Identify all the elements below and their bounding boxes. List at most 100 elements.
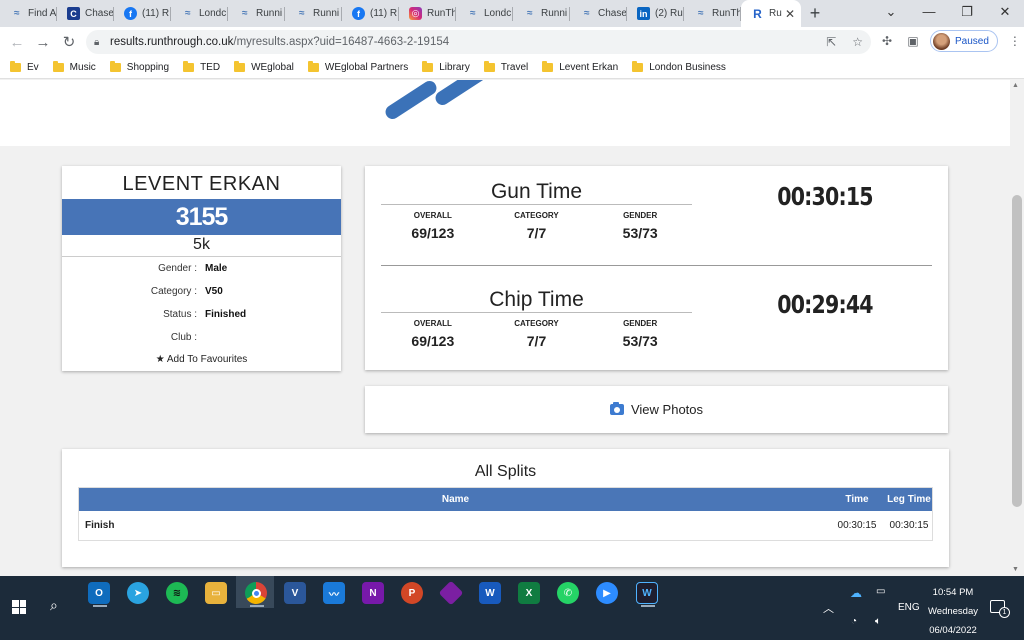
browser-tab[interactable]: ≈ Find A <box>0 0 57 27</box>
scrollbar-thumb[interactable] <box>1012 195 1022 507</box>
add-to-favourites-link[interactable]: ★ Add To Favourites <box>62 354 341 365</box>
forward-button[interactable]: → <box>30 34 56 51</box>
chase-icon: C <box>67 7 80 20</box>
divider <box>62 256 341 257</box>
whatsapp-icon[interactable]: ✆ <box>557 582 579 604</box>
facebook-icon: f <box>352 7 365 20</box>
bookmark-folder[interactable]: WEglobal Partners <box>307 61 409 73</box>
tab-label: Runni <box>541 8 568 19</box>
gun-gender: GENDER 53/73 <box>622 211 658 241</box>
browser-tab[interactable]: in (2) Ru <box>627 0 684 27</box>
notification-count: 1 <box>999 607 1010 618</box>
address-bar[interactable]: 🔒︎ results.runthrough.co.uk/myresults.as… <box>86 30 871 54</box>
site-logo[interactable] <box>380 80 500 146</box>
folder-icon <box>422 61 434 72</box>
zoom-icon[interactable]: ▶ <box>596 582 618 604</box>
tray-chevron-icon[interactable]: ︿ <box>823 600 834 616</box>
times-card: Gun Time OVERALL 69/123 CATEGORY 7/7 GENDE… <box>365 166 948 370</box>
bookmark-folder[interactable]: Ev <box>10 61 39 73</box>
profile-button[interactable]: Paused <box>930 30 998 52</box>
webex-icon[interactable]: W <box>636 582 658 604</box>
word-icon[interactable]: W <box>479 582 501 604</box>
share-icon[interactable]: ⇱ <box>826 35 836 49</box>
browser-tab[interactable]: f (11) R <box>342 0 399 27</box>
bookmark-star-icon[interactable]: ☆ <box>852 35 863 49</box>
notifications-button[interactable]: 1 <box>990 600 1010 618</box>
onedrive-icon[interactable]: ☁ <box>850 586 862 600</box>
menu-icon[interactable]: ⋮ <box>1006 34 1024 48</box>
extensions-icon[interactable]: ✣ <box>878 34 896 48</box>
view-photos-button[interactable]: View Photos <box>365 386 948 433</box>
bookmark-label: WEglobal Partners <box>324 62 409 73</box>
bookmark-folder[interactable]: Levent Erkan <box>542 61 618 73</box>
instagram-icon: ◎ <box>409 7 422 20</box>
whiteboard-icon[interactable]: 〰 <box>323 582 345 604</box>
scroll-down-arrow[interactable]: ▼ <box>1012 566 1019 573</box>
close-tab-icon[interactable]: ✕ <box>785 7 795 21</box>
browser-tab[interactable]: ≈ Londc <box>171 0 228 27</box>
tab-label: Chase <box>85 8 114 19</box>
browser-tab[interactable]: ≈ Runni <box>285 0 342 27</box>
race-distance: 5k <box>193 236 210 253</box>
browser-tab[interactable]: f (11) R <box>114 0 171 27</box>
browser-tab[interactable]: ≈ Chase <box>570 0 627 27</box>
linkedin-icon: in <box>637 7 650 20</box>
bookmark-folder[interactable]: London Business <box>632 61 726 73</box>
tab-label: Londc <box>199 8 227 19</box>
browser-tab[interactable]: ≈ Londc <box>456 0 513 27</box>
browser-tab[interactable]: ≈ Runni <box>228 0 285 27</box>
lock-icon[interactable]: 🔒︎ <box>94 37 110 48</box>
bookmark-folder[interactable]: WEglobal <box>234 61 294 73</box>
bookmark-folder[interactable]: TED <box>183 61 220 73</box>
browser-tab[interactable]: R Ru ✕ <box>741 0 801 27</box>
clock[interactable]: 10:54 PM Wednesday 06/04/2022 <box>928 583 978 640</box>
remote-desktop-icon[interactable]: V <box>284 582 306 604</box>
tab-search-icon[interactable]: ⌄ <box>872 0 910 24</box>
side-panel-icon[interactable]: ▣ <box>904 34 922 48</box>
table-row: Finish 00:30:15 00:30:15 <box>79 511 932 540</box>
url-host: results.runthrough.co.uk <box>110 36 234 48</box>
restore-button[interactable]: ❐ <box>948 0 986 24</box>
browser-tab[interactable]: ≈ Runni <box>513 0 570 27</box>
tab-label: RunTh <box>427 8 456 19</box>
file-explorer-icon[interactable]: ▭ <box>205 582 227 604</box>
bookmark-folder[interactable]: Library <box>422 61 470 73</box>
gun-category: CATEGORY 7/7 <box>514 211 559 241</box>
browser-tab[interactable]: ◎ RunTh <box>399 0 456 27</box>
chip-time-title: Chip Time <box>381 288 692 313</box>
minimize-button[interactable]: — <box>910 0 948 24</box>
start-button[interactable] <box>12 600 26 614</box>
new-tab-button[interactable]: + <box>801 0 829 27</box>
chip-gender: GENDER 53/73 <box>622 319 658 349</box>
power-automate-icon[interactable] <box>438 580 464 606</box>
splits-table: Name Time Leg Time Finish 00:30:15 00:30… <box>78 487 933 541</box>
telegram-icon[interactable]: ➤ <box>127 582 149 604</box>
search-icon[interactable]: ⌕ <box>50 597 58 614</box>
powerpoint-icon[interactable]: P <box>401 582 423 604</box>
back-button[interactable]: ← <box>4 34 30 51</box>
bookmark-folder[interactable]: Music <box>52 61 96 73</box>
spotify-icon[interactable]: ≋ <box>166 582 188 604</box>
col-time: Time <box>845 494 869 505</box>
wifi-icon[interactable]: ◔ <box>851 616 857 627</box>
browser-tab[interactable]: ≈ RunTh <box>684 0 741 27</box>
volume-icon[interactable]: 🔈︎ <box>875 616 881 627</box>
excel-icon[interactable]: X <box>518 582 540 604</box>
outlook-icon[interactable]: O <box>88 582 110 604</box>
language-indicator[interactable]: ENG <box>898 602 920 613</box>
bib-number: 3155 <box>62 199 341 235</box>
reload-button[interactable]: ↻ <box>56 33 82 51</box>
clock-day: Wednesday <box>928 606 978 617</box>
scroll-up-arrow[interactable]: ▲ <box>1012 82 1019 89</box>
bookmark-label: WEglobal <box>251 62 294 73</box>
bookmark-folder[interactable]: Shopping <box>109 61 169 73</box>
browser-tab[interactable]: C Chase <box>57 0 114 27</box>
close-window-button[interactable]: ✕ <box>986 0 1024 24</box>
page-content: LEVENT ERKAN 3155 5k Gender : Male Categ… <box>0 80 1010 576</box>
battery-icon[interactable]: ▭ <box>876 586 885 597</box>
chrome-icon[interactable] <box>245 582 267 604</box>
star-icon: ★ <box>155 354 165 365</box>
tab-label: Londc <box>484 8 512 19</box>
onenote-icon[interactable]: N <box>362 582 384 604</box>
bookmark-folder[interactable]: Travel <box>483 61 528 73</box>
